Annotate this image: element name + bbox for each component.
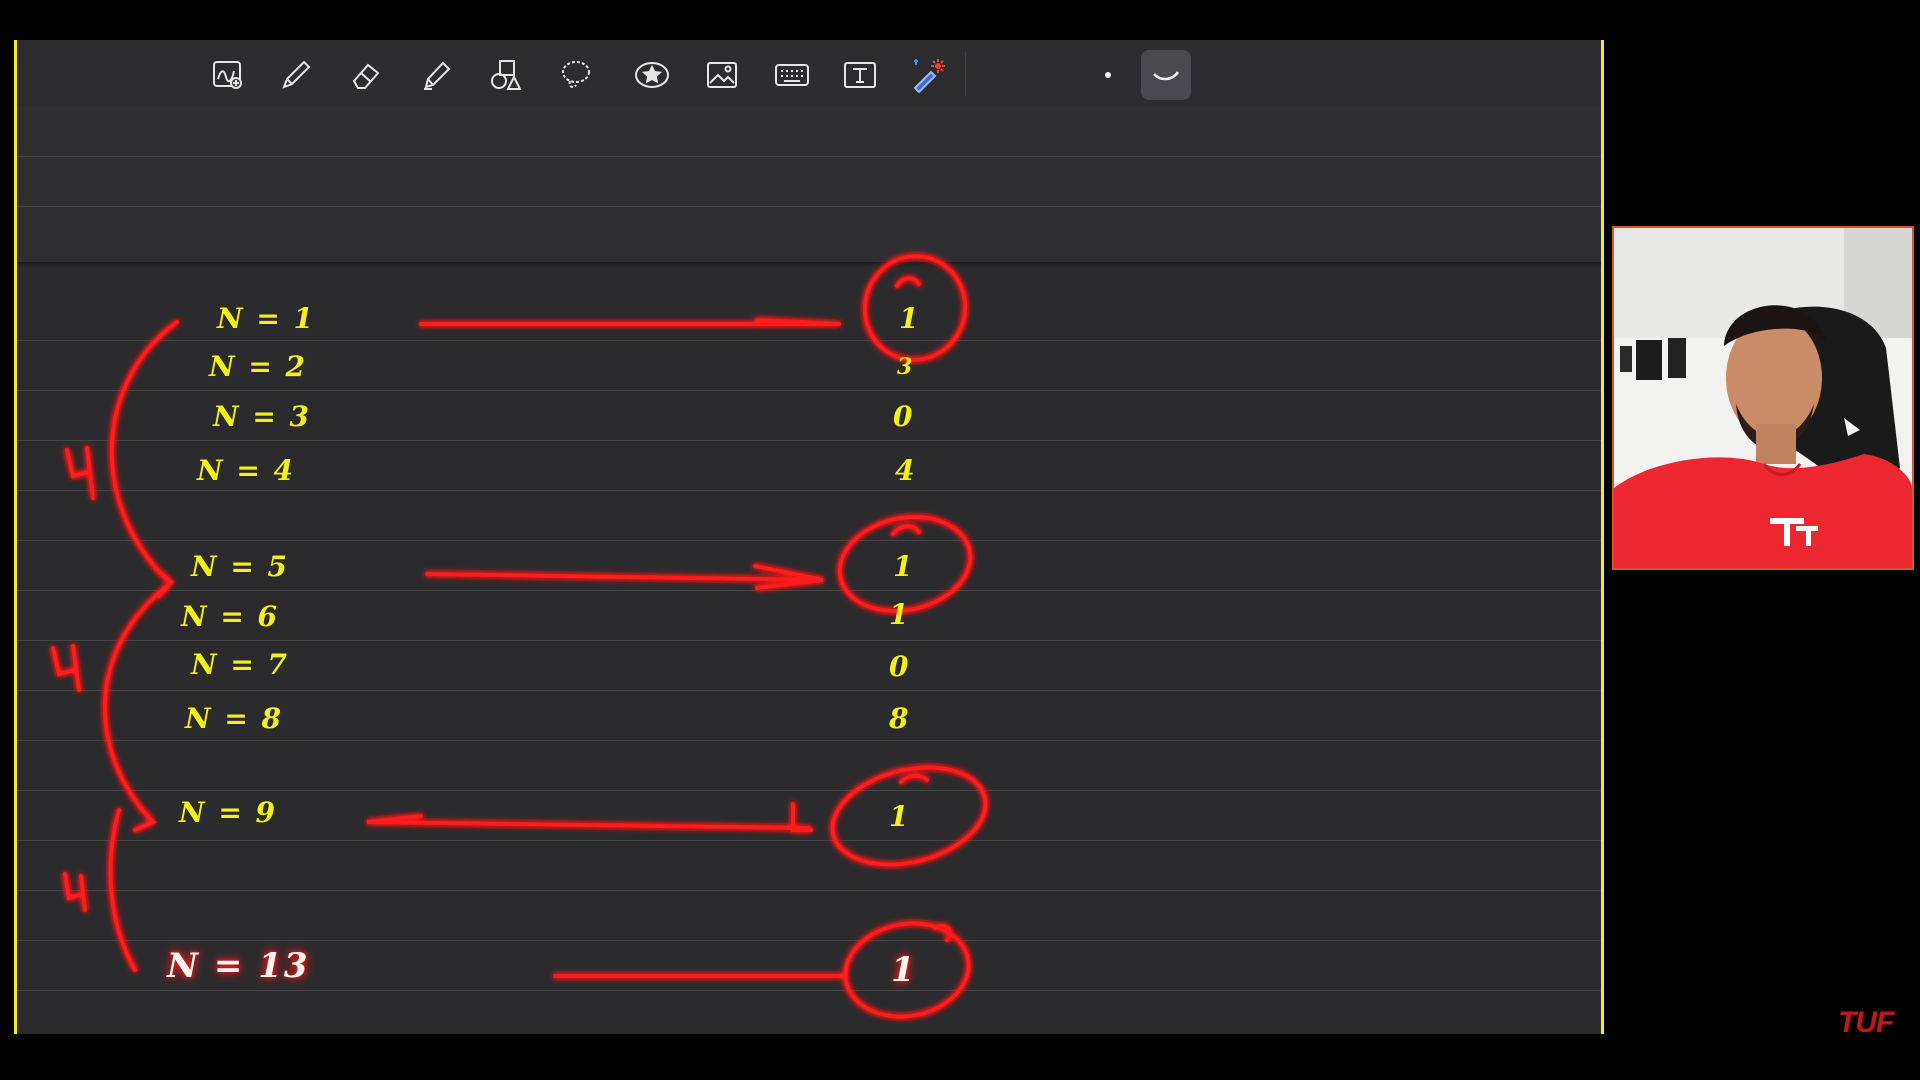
tuf-logo: TUF (1838, 1006, 1894, 1039)
notes-canvas[interactable]: N = 1 N = 2 N = 3 N = 4 N = 5 N = 6 N = … (14, 40, 1604, 1034)
webcam-video (1612, 226, 1914, 570)
bracket-1 (109, 320, 179, 582)
label-n-8: N = 8 (185, 702, 284, 735)
red-ink-annotations (51, 254, 988, 1019)
value-n-5: 1 (893, 550, 915, 583)
value-n-8: 8 (889, 702, 911, 735)
bracket-label-2 (51, 644, 81, 692)
label-n-13: N = 13 (167, 946, 310, 986)
arrow-n1 (419, 318, 841, 326)
arrow-n9 (366, 802, 813, 832)
arrow-n5 (425, 564, 824, 590)
label-n-6: N = 6 (181, 600, 280, 633)
label-n-9: N = 9 (179, 796, 278, 829)
value-n-4: 4 (895, 454, 917, 487)
bracket-label-1 (65, 446, 95, 500)
value-n-9: 1 (889, 800, 911, 833)
label-n-2: N = 2 (209, 350, 308, 383)
bracket-label-3 (63, 872, 87, 912)
value-n-2: 3 (897, 354, 915, 380)
value-n-7: 0 (889, 650, 911, 683)
bracket-2 (102, 584, 169, 822)
presenter-illustration (1614, 228, 1912, 568)
label-n-7: N = 7 (191, 648, 290, 681)
value-n-13: 1 (891, 950, 917, 990)
bracket-3 (108, 808, 137, 972)
label-n-1: N = 1 (217, 302, 316, 335)
label-n-5: N = 5 (191, 550, 290, 583)
label-n-4: N = 4 (197, 454, 296, 487)
value-n-6: 1 (889, 598, 911, 631)
value-n-3: 0 (893, 400, 915, 433)
label-n-3: N = 3 (213, 400, 312, 433)
value-n-1: 1 (899, 302, 921, 335)
